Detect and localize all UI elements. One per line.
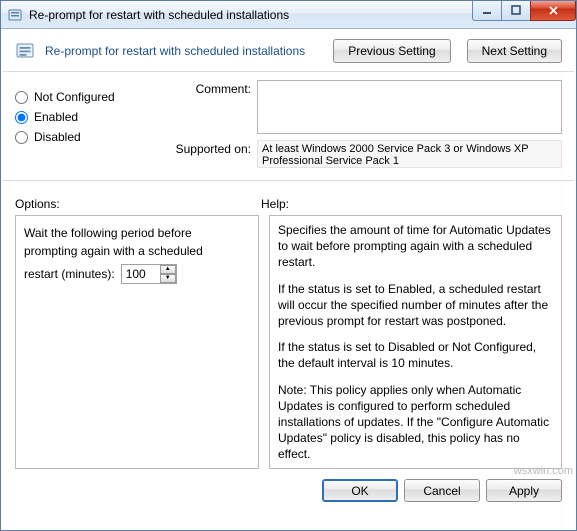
cancel-button[interactable]: Cancel	[404, 479, 480, 502]
next-setting-button[interactable]: Next Setting	[467, 39, 562, 63]
help-paragraph: Note: This policy applies only when Auto…	[278, 382, 553, 463]
policy-icon	[15, 41, 35, 61]
options-panel: Wait the following period before prompti…	[15, 215, 259, 469]
radio-not-configured-input[interactable]	[15, 91, 28, 104]
section-labels: Options: Help:	[1, 187, 576, 215]
radio-disabled-input[interactable]	[15, 131, 28, 144]
help-panel: Specifies the amount of time for Automat…	[269, 215, 562, 469]
close-button[interactable]	[530, 1, 576, 21]
radio-enabled-input[interactable]	[15, 111, 28, 124]
restart-minutes-label: restart (minutes):	[24, 267, 115, 281]
titlebar: Re-prompt for restart with scheduled ins…	[1, 1, 576, 29]
radio-not-configured-label: Not Configured	[34, 90, 115, 104]
radio-enabled-label: Enabled	[34, 110, 78, 124]
restart-minutes-stepper[interactable]: ▲ ▼	[121, 264, 177, 284]
comment-input[interactable]	[257, 80, 562, 134]
help-paragraph: If the status is set to Enabled, a sched…	[278, 281, 553, 330]
ok-button[interactable]: OK	[322, 479, 398, 502]
help-heading: Help:	[261, 197, 289, 211]
divider	[3, 180, 574, 181]
option-text-line2: prompting again with a scheduled	[24, 244, 250, 258]
stepper-down-button[interactable]: ▼	[160, 274, 176, 283]
stepper-up-button[interactable]: ▲	[160, 265, 176, 274]
window-title: Re-prompt for restart with scheduled ins…	[29, 8, 473, 22]
config-fields: Comment: Supported on: At least Windows …	[167, 80, 562, 174]
window-controls	[473, 1, 576, 21]
config-area: Not Configured Enabled Disabled Comment:…	[1, 78, 576, 174]
dialog-footer: OK Cancel Apply	[1, 469, 576, 512]
lower-panels: Wait the following period before prompti…	[1, 215, 576, 469]
dialog-title: Re-prompt for restart with scheduled ins…	[45, 44, 317, 58]
comment-label: Comment:	[167, 80, 257, 96]
radio-disabled[interactable]: Disabled	[15, 130, 155, 144]
help-paragraph: If the status is set to Disabled or Not …	[278, 339, 553, 371]
help-paragraph: Specifies the amount of time for Automat…	[278, 222, 553, 271]
supported-on-value: At least Windows 2000 Service Pack 3 or …	[257, 140, 562, 168]
policy-icon	[7, 7, 23, 23]
radio-not-configured[interactable]: Not Configured	[15, 90, 155, 104]
option-text-line1: Wait the following period before	[24, 226, 250, 240]
previous-setting-button[interactable]: Previous Setting	[333, 39, 450, 63]
minimize-button[interactable]	[472, 1, 502, 21]
options-heading: Options:	[15, 197, 261, 211]
divider	[3, 71, 574, 72]
stepper-buttons: ▲ ▼	[160, 265, 176, 283]
supported-on-label: Supported on:	[167, 140, 257, 156]
radio-disabled-label: Disabled	[34, 130, 81, 144]
state-radios: Not Configured Enabled Disabled	[15, 80, 155, 174]
dialog-header: Re-prompt for restart with scheduled ins…	[1, 29, 576, 71]
apply-button[interactable]: Apply	[486, 479, 562, 502]
maximize-button[interactable]	[501, 1, 531, 21]
radio-enabled[interactable]: Enabled	[15, 110, 155, 124]
